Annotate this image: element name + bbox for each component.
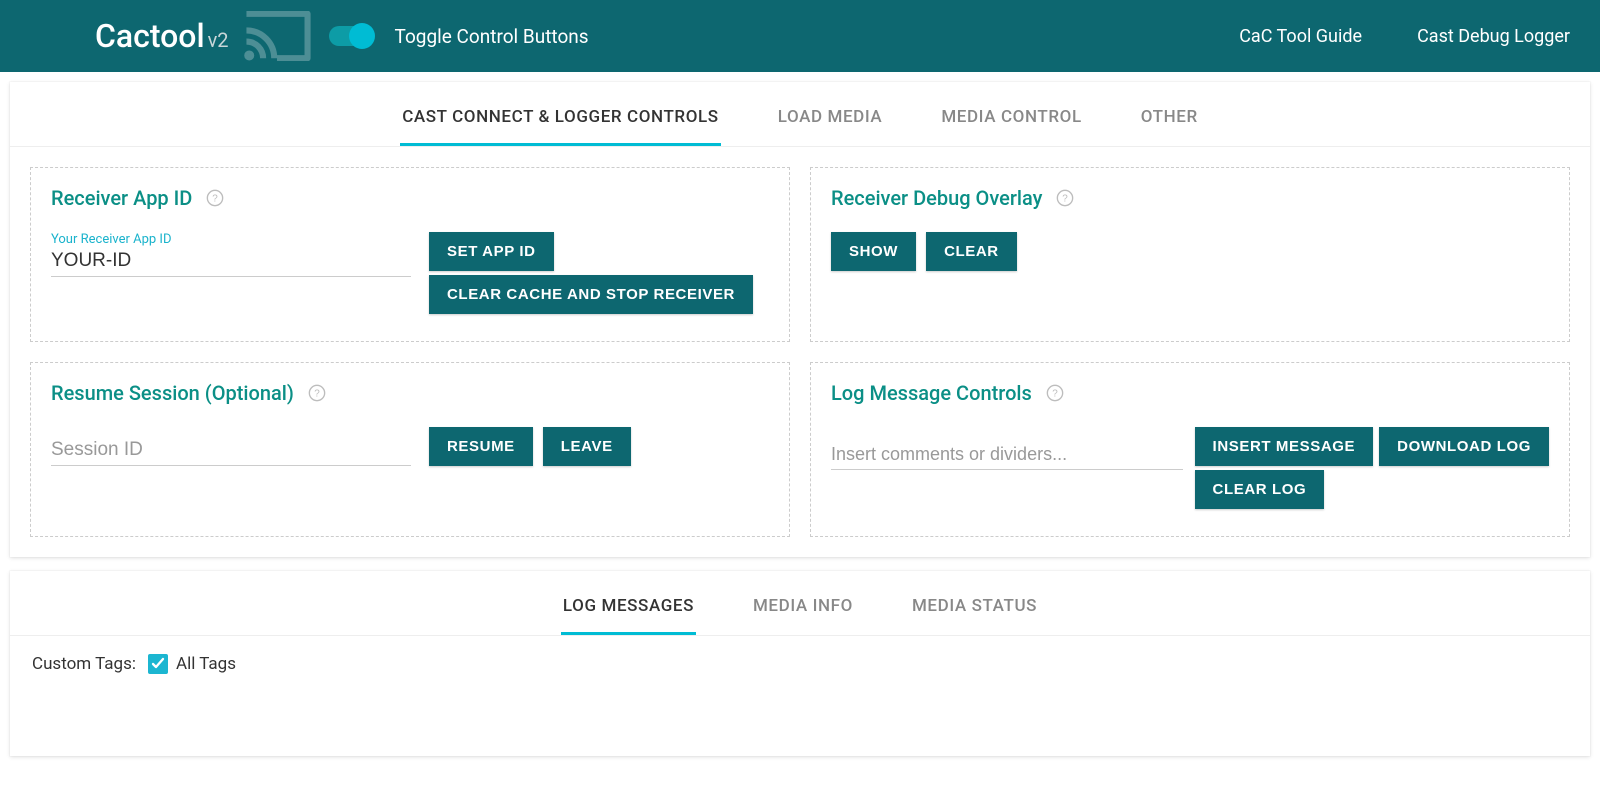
log-tabs: LOG MESSAGES MEDIA INFO MEDIA STATUS [10,571,1590,636]
help-icon[interactable]: ? [206,189,224,207]
controls-panel: CAST CONNECT & LOGGER CONTROLS LOAD MEDI… [10,82,1590,557]
tab-media-status[interactable]: MEDIA STATUS [910,576,1039,635]
clear-log-button[interactable]: CLEAR LOG [1195,470,1325,509]
all-tags-checkbox[interactable] [148,654,168,674]
brand-name: Cactool [95,17,205,55]
resume-button[interactable]: RESUME [429,427,533,466]
cast-icon [243,11,311,61]
custom-tags-row: Custom Tags: All Tags [10,636,1590,756]
show-overlay-button[interactable]: SHOW [831,232,916,271]
clear-cache-stop-receiver-button[interactable]: CLEAR CACHE AND STOP RECEIVER [429,275,753,314]
link-cac-tool-guide[interactable]: CaC Tool Guide [1239,26,1362,47]
title-text: Log Message Controls [831,381,1032,405]
brand-version: v2 [208,28,229,52]
svg-text:?: ? [213,194,219,205]
card-receiver-debug-overlay: Receiver Debug Overlay ? SHOW CLEAR [810,167,1570,342]
log-panel: LOG MESSAGES MEDIA INFO MEDIA STATUS Cus… [10,571,1590,756]
card-title: Log Message Controls ? [831,381,1549,405]
title-text: Receiver App ID [51,186,192,210]
insert-message-button[interactable]: INSERT MESSAGE [1195,427,1374,466]
title-text: Receiver Debug Overlay [831,186,1042,210]
tab-other[interactable]: OTHER [1139,87,1200,146]
input-label: Your Receiver App ID [51,232,411,247]
main-tabs: CAST CONNECT & LOGGER CONTROLS LOAD MEDI… [10,82,1590,147]
svg-text:?: ? [1052,389,1058,400]
tab-log-messages[interactable]: LOG MESSAGES [561,576,696,635]
title-text: Resume Session (Optional) [51,381,294,405]
svg-text:?: ? [1063,194,1069,205]
card-title: Receiver App ID ? [51,186,769,210]
session-id-input[interactable] [51,436,411,466]
custom-tags-label: Custom Tags: [32,654,136,674]
card-log-message-controls: Log Message Controls ? INSERT MESSAGE DO… [810,362,1570,537]
app-header: Cactool v2 Toggle Control Buttons CaC To… [0,0,1600,72]
receiver-app-id-input[interactable] [51,247,411,277]
toggle-knob [349,23,375,49]
card-receiver-app-id: Receiver App ID ? Your Receiver App ID S… [30,167,790,342]
toggle-control-buttons[interactable] [329,26,373,46]
help-icon[interactable]: ? [1056,189,1074,207]
tab-media-info[interactable]: MEDIA INFO [751,576,855,635]
svg-text:?: ? [314,389,320,400]
log-message-input[interactable] [831,441,1183,470]
brand: Cactool v2 [95,17,229,55]
tab-media-control[interactable]: MEDIA CONTROL [939,87,1083,146]
tab-cast-connect-logger[interactable]: CAST CONNECT & LOGGER CONTROLS [400,87,721,146]
clear-overlay-button[interactable]: CLEAR [926,232,1017,271]
receiver-app-id-group: Your Receiver App ID [51,232,411,277]
set-app-id-button[interactable]: SET APP ID [429,232,554,271]
card-title: Receiver Debug Overlay ? [831,186,1549,210]
tab-load-media[interactable]: LOAD MEDIA [776,87,885,146]
card-resume-session: Resume Session (Optional) ? RESUME LEAVE [30,362,790,537]
help-icon[interactable]: ? [1046,384,1064,402]
log-message-input-group [831,427,1183,470]
toggle-label: Toggle Control Buttons [395,25,589,48]
session-id-group [51,436,411,466]
all-tags-label: All Tags [176,654,236,674]
link-cast-debug-logger[interactable]: Cast Debug Logger [1417,26,1570,47]
leave-button[interactable]: LEAVE [543,427,631,466]
help-icon[interactable]: ? [308,384,326,402]
download-log-button[interactable]: DOWNLOAD LOG [1379,427,1549,466]
card-title: Resume Session (Optional) ? [51,381,769,405]
